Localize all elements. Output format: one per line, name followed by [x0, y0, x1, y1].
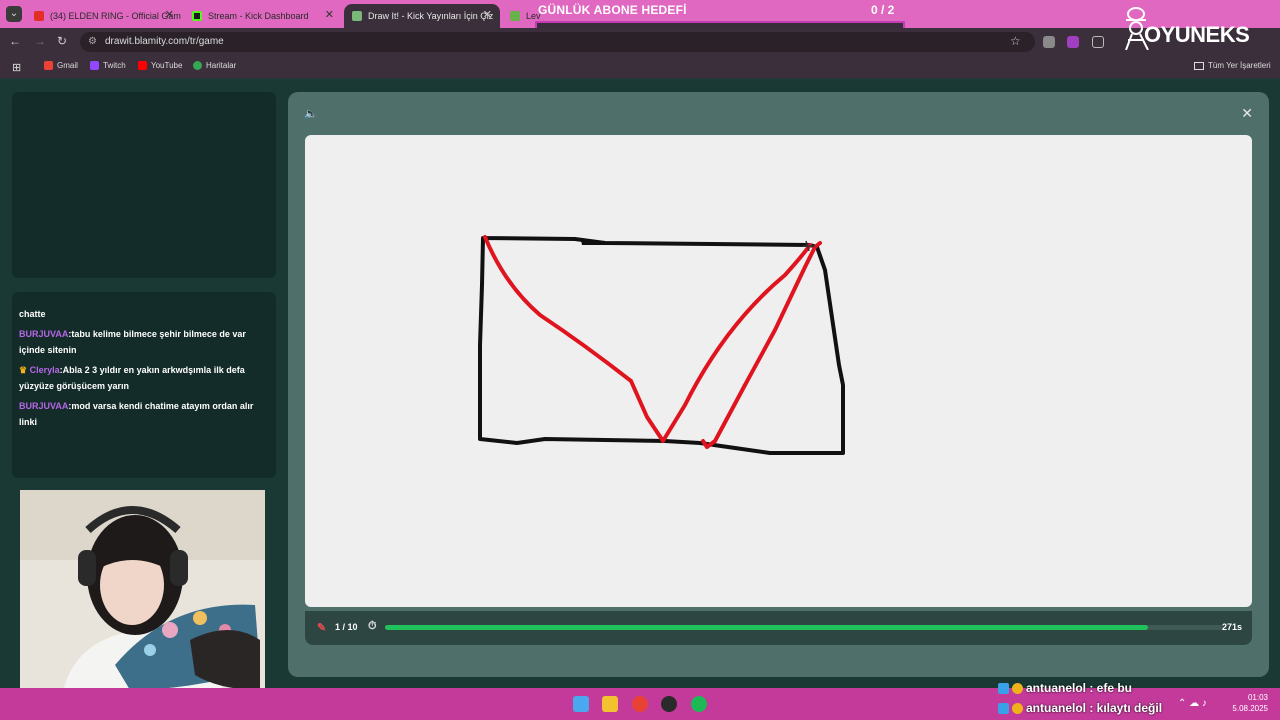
close-icon[interactable]: ✕ [325, 8, 334, 21]
bookmark-star-icon[interactable]: ☆ [1010, 34, 1021, 48]
back-icon[interactable]: ← [9, 34, 21, 48]
tab-label: Stream - Kick Dashboard [208, 11, 309, 21]
bookmark-label: Twitch [103, 61, 126, 70]
logo-text: OYUNEKS [1144, 22, 1250, 47]
chat-username: BURJUVAA [19, 401, 69, 411]
badge-icon [998, 682, 1009, 694]
sub-goal-count: 0 / 2 [871, 3, 895, 17]
time-remaining: 271s [1221, 622, 1242, 632]
youtube-icon [34, 11, 44, 21]
timer-icon: ⏱ [368, 620, 377, 632]
tab-search-button[interactable]: ⌄ [6, 6, 22, 22]
chat-message: ♛ Cleryla:Abla 2 3 yıldır en yakın arkwd… [19, 362, 269, 394]
close-icon[interactable]: ✕ [483, 8, 492, 21]
kick-icon [192, 11, 202, 21]
extension-icon[interactable] [1067, 36, 1079, 48]
folder-icon [1194, 61, 1204, 70]
twitch-icon [90, 61, 99, 70]
url-text: drawit.blamity.com/tr/game [105, 36, 224, 47]
tab-label: (34) ELDEN RING - Official Gam [50, 11, 181, 21]
close-icon[interactable]: ✕ [165, 8, 174, 21]
chrome-icon[interactable] [632, 696, 648, 712]
obs-icon[interactable] [661, 696, 677, 712]
bookmark-youtube[interactable]: YouTube [138, 61, 182, 70]
overlay-chat-line: antuanelol : efe bu [998, 678, 1278, 698]
bookmark-label: YouTube [151, 61, 183, 70]
extension-icon[interactable] [1043, 36, 1055, 48]
bookmark-label: Haritalar [206, 61, 237, 70]
chat-message: BURJUVAA:tabu kelime bilmece şehir bilme… [19, 326, 269, 358]
time-progress-fill [385, 625, 1148, 630]
red-stroke [483, 235, 812, 443]
pencil-icon [352, 11, 362, 21]
bookmarks-bar: ⊞ Gmail Twitch YouTube Haritalar Tüm Yer… [0, 56, 1280, 78]
bookmark-twitch[interactable]: Twitch [90, 61, 126, 70]
extensions-puzzle-icon[interactable] [1092, 36, 1104, 48]
empty-panel [12, 92, 276, 278]
overlay-chat-text: antuanelol : efe bu [1026, 681, 1133, 695]
site-icon [510, 11, 520, 21]
overlay-chat: antuanelol : efe bu antuanelol : kılaytı… [998, 678, 1278, 718]
maps-icon [193, 61, 202, 70]
drawing-strokes [478, 235, 845, 455]
streamer-illustration [20, 490, 265, 715]
spotify-icon[interactable] [691, 696, 707, 712]
chat-message: BURJUVAA:mod varsa kendi chatime atayım … [19, 398, 269, 430]
close-icon[interactable]: ✕ [1241, 105, 1253, 122]
forward-icon[interactable]: → [34, 34, 46, 48]
tab-kick-dashboard[interactable]: Stream - Kick Dashboard ✕ [184, 4, 342, 28]
chat-username: BURJUVAA [19, 329, 69, 339]
bookmark-label: Gmail [57, 61, 78, 70]
webcam-feed [20, 490, 265, 715]
tab-label: Draw It! - Kick Yayınları İçin Çiz [368, 11, 494, 21]
tab-draw-it[interactable]: Draw It! - Kick Yayınları İçin Çiz ✕ [344, 4, 500, 28]
oyuneks-logo: OYUNEKS [1122, 6, 1272, 50]
draw-it-modal: 🔈 ✕ ✎ 1 / 10 ⏱ 271s [288, 92, 1269, 677]
badge-icon [1012, 682, 1023, 694]
reload-icon[interactable]: ↻ [57, 34, 67, 48]
stream-layout: chatte BURJUVAA:tabu kelime bilmece şehi… [0, 80, 1280, 715]
windows-start-icon[interactable] [573, 696, 589, 712]
badge-icon [1012, 702, 1023, 714]
apps-icon[interactable]: ⊞ [12, 61, 21, 74]
chat-username: Cleryla [29, 365, 60, 375]
badge-icon [998, 702, 1009, 714]
speaker-icon[interactable]: 🔈 [304, 107, 318, 120]
round-timer-bar: ✎ 1 / 10 ⏱ 271s [305, 611, 1252, 645]
pencil-icon: ✎ [317, 622, 327, 634]
bookmark-gmail[interactable]: Gmail [44, 61, 78, 70]
crown-icon: ♛ [19, 365, 28, 375]
tab-elden-ring[interactable]: (34) ELDEN RING - Official Gam ✕ [26, 4, 182, 28]
bookmark-maps[interactable]: Haritalar [193, 61, 236, 70]
time-progress-track [385, 625, 1223, 630]
youtube-icon [138, 61, 147, 70]
address-bar-row: ← → ↻ ⚙ drawit.blamity.com/tr/game ☆ [0, 28, 1280, 56]
site-info-icon[interactable]: ⚙ [88, 36, 97, 47]
overlay-chat-text: antuanelol : kılaytı değil [1026, 701, 1163, 715]
file-explorer-icon[interactable] [602, 696, 618, 712]
all-bookmarks[interactable]: Tüm Yer İşaretleri [1194, 61, 1271, 70]
chat-partial-line: chatte [19, 309, 46, 319]
overlay-chat-line: antuanelol : kılaytı değil [998, 698, 1278, 718]
sub-goal-title: GÜNLÜK ABONE HEDEFİ [538, 3, 687, 17]
chat-panel: chatte BURJUVAA:tabu kelime bilmece şehi… [12, 292, 276, 478]
gmail-icon [44, 61, 53, 70]
url-field[interactable]: ⚙ drawit.blamity.com/tr/game [80, 32, 1035, 52]
round-counter: 1 / 10 [335, 622, 358, 632]
drawing-canvas[interactable] [305, 135, 1252, 607]
bookmark-label: Tüm Yer İşaretleri [1208, 61, 1271, 70]
